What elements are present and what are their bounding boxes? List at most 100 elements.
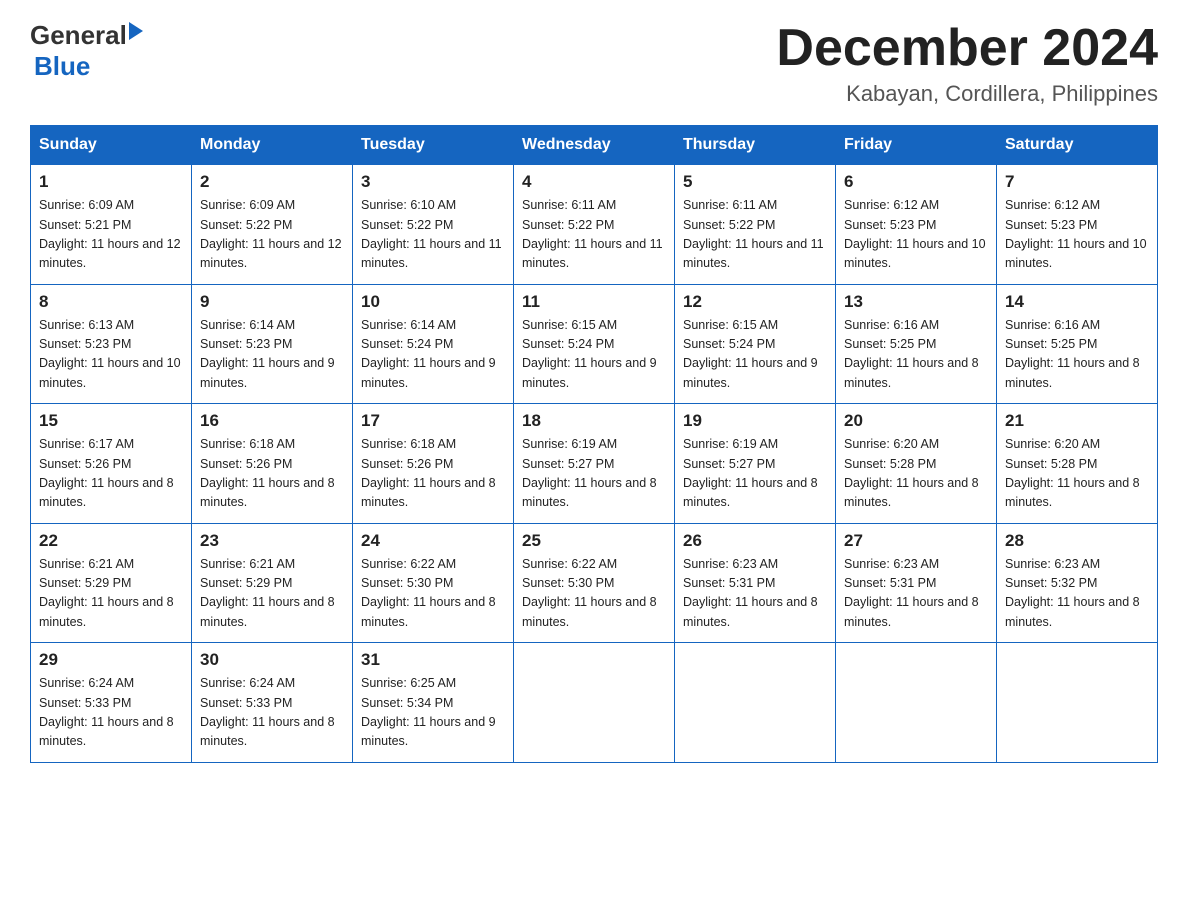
day-number: 18 — [522, 411, 666, 431]
day-number: 13 — [844, 292, 988, 312]
col-saturday: Saturday — [997, 126, 1158, 165]
col-thursday: Thursday — [675, 126, 836, 165]
table-row: 23 Sunrise: 6:21 AMSunset: 5:29 PMDaylig… — [192, 523, 353, 643]
day-info: Sunrise: 6:22 AMSunset: 5:30 PMDaylight:… — [361, 557, 496, 629]
table-row: 8 Sunrise: 6:13 AMSunset: 5:23 PMDayligh… — [31, 284, 192, 404]
logo-general: General — [30, 20, 127, 51]
table-row: 10 Sunrise: 6:14 AMSunset: 5:24 PMDaylig… — [353, 284, 514, 404]
day-number: 20 — [844, 411, 988, 431]
calendar-week-3: 15 Sunrise: 6:17 AMSunset: 5:26 PMDaylig… — [31, 404, 1158, 524]
table-row: 26 Sunrise: 6:23 AMSunset: 5:31 PMDaylig… — [675, 523, 836, 643]
day-info: Sunrise: 6:12 AMSunset: 5:23 PMDaylight:… — [1005, 198, 1147, 270]
table-row — [836, 643, 997, 763]
calendar-table: Sunday Monday Tuesday Wednesday Thursday… — [30, 125, 1158, 763]
table-row: 27 Sunrise: 6:23 AMSunset: 5:31 PMDaylig… — [836, 523, 997, 643]
day-info: Sunrise: 6:23 AMSunset: 5:32 PMDaylight:… — [1005, 557, 1140, 629]
day-info: Sunrise: 6:11 AMSunset: 5:22 PMDaylight:… — [683, 198, 824, 270]
day-info: Sunrise: 6:14 AMSunset: 5:23 PMDaylight:… — [200, 318, 335, 390]
day-number: 26 — [683, 531, 827, 551]
location-subtitle: Kabayan, Cordillera, Philippines — [776, 81, 1158, 107]
table-row: 14 Sunrise: 6:16 AMSunset: 5:25 PMDaylig… — [997, 284, 1158, 404]
day-info: Sunrise: 6:17 AMSunset: 5:26 PMDaylight:… — [39, 437, 174, 509]
day-info: Sunrise: 6:25 AMSunset: 5:34 PMDaylight:… — [361, 676, 496, 748]
day-number: 9 — [200, 292, 344, 312]
day-info: Sunrise: 6:24 AMSunset: 5:33 PMDaylight:… — [200, 676, 335, 748]
day-number: 2 — [200, 172, 344, 192]
day-number: 21 — [1005, 411, 1149, 431]
col-wednesday: Wednesday — [514, 126, 675, 165]
day-info: Sunrise: 6:24 AMSunset: 5:33 PMDaylight:… — [39, 676, 174, 748]
table-row: 19 Sunrise: 6:19 AMSunset: 5:27 PMDaylig… — [675, 404, 836, 524]
table-row: 29 Sunrise: 6:24 AMSunset: 5:33 PMDaylig… — [31, 643, 192, 763]
title-section: December 2024 Kabayan, Cordillera, Phili… — [776, 20, 1158, 107]
table-row: 3 Sunrise: 6:10 AMSunset: 5:22 PMDayligh… — [353, 165, 514, 285]
day-info: Sunrise: 6:16 AMSunset: 5:25 PMDaylight:… — [1005, 318, 1140, 390]
calendar-week-2: 8 Sunrise: 6:13 AMSunset: 5:23 PMDayligh… — [31, 284, 1158, 404]
table-row: 24 Sunrise: 6:22 AMSunset: 5:30 PMDaylig… — [353, 523, 514, 643]
day-info: Sunrise: 6:20 AMSunset: 5:28 PMDaylight:… — [1005, 437, 1140, 509]
day-number: 10 — [361, 292, 505, 312]
day-info: Sunrise: 6:15 AMSunset: 5:24 PMDaylight:… — [522, 318, 657, 390]
table-row: 13 Sunrise: 6:16 AMSunset: 5:25 PMDaylig… — [836, 284, 997, 404]
day-number: 17 — [361, 411, 505, 431]
page-header: General Blue December 2024 Kabayan, Cord… — [30, 20, 1158, 107]
logo-triangle-icon — [129, 22, 143, 40]
table-row: 31 Sunrise: 6:25 AMSunset: 5:34 PMDaylig… — [353, 643, 514, 763]
table-row: 5 Sunrise: 6:11 AMSunset: 5:22 PMDayligh… — [675, 165, 836, 285]
day-info: Sunrise: 6:21 AMSunset: 5:29 PMDaylight:… — [200, 557, 335, 629]
logo-blue: Blue — [34, 51, 90, 82]
day-number: 25 — [522, 531, 666, 551]
table-row: 15 Sunrise: 6:17 AMSunset: 5:26 PMDaylig… — [31, 404, 192, 524]
day-info: Sunrise: 6:10 AMSunset: 5:22 PMDaylight:… — [361, 198, 502, 270]
day-number: 8 — [39, 292, 183, 312]
table-row: 18 Sunrise: 6:19 AMSunset: 5:27 PMDaylig… — [514, 404, 675, 524]
col-sunday: Sunday — [31, 126, 192, 165]
table-row: 11 Sunrise: 6:15 AMSunset: 5:24 PMDaylig… — [514, 284, 675, 404]
day-number: 24 — [361, 531, 505, 551]
day-number: 4 — [522, 172, 666, 192]
table-row — [514, 643, 675, 763]
day-info: Sunrise: 6:19 AMSunset: 5:27 PMDaylight:… — [683, 437, 818, 509]
day-number: 23 — [200, 531, 344, 551]
calendar-header-row: Sunday Monday Tuesday Wednesday Thursday… — [31, 126, 1158, 165]
col-friday: Friday — [836, 126, 997, 165]
day-number: 28 — [1005, 531, 1149, 551]
col-monday: Monday — [192, 126, 353, 165]
day-number: 5 — [683, 172, 827, 192]
day-info: Sunrise: 6:09 AMSunset: 5:21 PMDaylight:… — [39, 198, 181, 270]
day-number: 3 — [361, 172, 505, 192]
day-number: 11 — [522, 292, 666, 312]
calendar-week-4: 22 Sunrise: 6:21 AMSunset: 5:29 PMDaylig… — [31, 523, 1158, 643]
day-number: 30 — [200, 650, 344, 670]
day-number: 31 — [361, 650, 505, 670]
table-row: 16 Sunrise: 6:18 AMSunset: 5:26 PMDaylig… — [192, 404, 353, 524]
day-number: 29 — [39, 650, 183, 670]
day-number: 16 — [200, 411, 344, 431]
day-number: 22 — [39, 531, 183, 551]
calendar-week-5: 29 Sunrise: 6:24 AMSunset: 5:33 PMDaylig… — [31, 643, 1158, 763]
table-row: 1 Sunrise: 6:09 AMSunset: 5:21 PMDayligh… — [31, 165, 192, 285]
day-number: 27 — [844, 531, 988, 551]
table-row: 20 Sunrise: 6:20 AMSunset: 5:28 PMDaylig… — [836, 404, 997, 524]
col-tuesday: Tuesday — [353, 126, 514, 165]
table-row: 30 Sunrise: 6:24 AMSunset: 5:33 PMDaylig… — [192, 643, 353, 763]
table-row: 2 Sunrise: 6:09 AMSunset: 5:22 PMDayligh… — [192, 165, 353, 285]
day-info: Sunrise: 6:23 AMSunset: 5:31 PMDaylight:… — [683, 557, 818, 629]
day-info: Sunrise: 6:13 AMSunset: 5:23 PMDaylight:… — [39, 318, 181, 390]
day-number: 19 — [683, 411, 827, 431]
day-info: Sunrise: 6:12 AMSunset: 5:23 PMDaylight:… — [844, 198, 986, 270]
day-number: 7 — [1005, 172, 1149, 192]
table-row: 21 Sunrise: 6:20 AMSunset: 5:28 PMDaylig… — [997, 404, 1158, 524]
day-info: Sunrise: 6:16 AMSunset: 5:25 PMDaylight:… — [844, 318, 979, 390]
day-number: 14 — [1005, 292, 1149, 312]
table-row: 17 Sunrise: 6:18 AMSunset: 5:26 PMDaylig… — [353, 404, 514, 524]
day-info: Sunrise: 6:09 AMSunset: 5:22 PMDaylight:… — [200, 198, 342, 270]
day-number: 15 — [39, 411, 183, 431]
table-row: 9 Sunrise: 6:14 AMSunset: 5:23 PMDayligh… — [192, 284, 353, 404]
day-info: Sunrise: 6:22 AMSunset: 5:30 PMDaylight:… — [522, 557, 657, 629]
day-info: Sunrise: 6:15 AMSunset: 5:24 PMDaylight:… — [683, 318, 818, 390]
table-row: 4 Sunrise: 6:11 AMSunset: 5:22 PMDayligh… — [514, 165, 675, 285]
table-row: 12 Sunrise: 6:15 AMSunset: 5:24 PMDaylig… — [675, 284, 836, 404]
day-info: Sunrise: 6:23 AMSunset: 5:31 PMDaylight:… — [844, 557, 979, 629]
day-info: Sunrise: 6:14 AMSunset: 5:24 PMDaylight:… — [361, 318, 496, 390]
